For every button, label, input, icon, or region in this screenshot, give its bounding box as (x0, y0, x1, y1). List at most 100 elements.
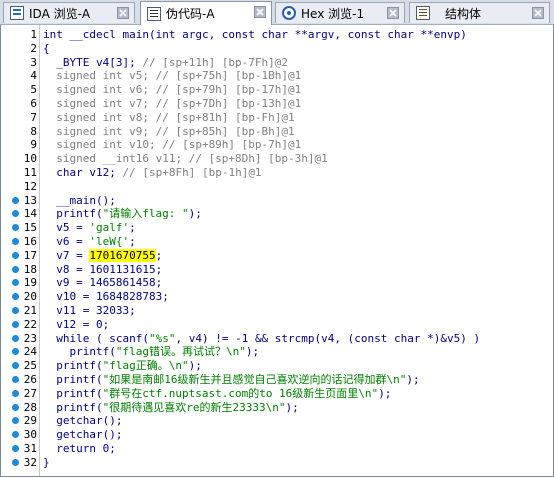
line-number: 3 (30, 55, 37, 69)
code-line[interactable]: 21 v11 = 32033; (1, 304, 553, 318)
code-token: v9 = 1465861458; (43, 276, 163, 290)
line-number: 2 (30, 41, 37, 55)
line-number: 21 (23, 304, 37, 317)
code-line[interactable]: 28 printf("很期待遇见喜欢re的新生23333\n"); (1, 401, 553, 415)
code-text: } (43, 456, 50, 470)
code-text: _BYTE v4[3]; // [sp+11h] [bp-7Fh]@2 (43, 56, 288, 70)
line-number: 11 (23, 166, 37, 179)
line-number: 23 (23, 331, 37, 345)
code-line[interactable]: 10 signed __int16 v11; // [sp+8Dh] [bp-3… (1, 152, 553, 166)
code-line[interactable]: 8 signed int v9; // [sp+85h] [bp-Bh]@1 (1, 125, 553, 139)
pseudocode-icon (147, 6, 161, 21)
line-number: 9 (30, 138, 37, 152)
close-icon[interactable] (117, 7, 129, 19)
tab-label: 伪代码-A (166, 7, 215, 21)
line-number: 31 (23, 442, 37, 455)
line-number: 8 (30, 124, 37, 138)
code-line[interactable]: 30 getchar(); (1, 428, 553, 442)
code-line[interactable]: 27 printf("群号在ctf.nuptsast.com的to 16级新生页… (1, 387, 553, 401)
line-number: 29 (23, 414, 37, 428)
code-line[interactable]: 24 printf("flag错误。再试试？\n"); (1, 345, 553, 359)
line-number: 14 (23, 207, 37, 221)
close-icon[interactable] (254, 6, 266, 18)
code-line[interactable]: 14 printf("请输入flag: "); (1, 207, 553, 221)
code-line[interactable]: 13 __main(); (1, 194, 553, 208)
code-text: printf("如果是南邮16级新生并且感觉自己喜欢逆向的话记得加群\n"); (43, 373, 419, 387)
code-line[interactable]: 23 while ( scanf("%s", v4) != -1 && strc… (1, 332, 553, 346)
line-number: 22 (23, 317, 37, 331)
code-text: printf("flag错误。再试试？\n"); (43, 345, 259, 359)
code-line[interactable]: 31 return 0; (1, 442, 553, 456)
code-line[interactable]: 32} (1, 456, 553, 470)
code-token: } (43, 455, 50, 469)
code-token: signed int v9; // [sp+85h] [bp-Bh]@1 (43, 124, 295, 138)
code-text: int __cdecl main(int argc, const char **… (43, 28, 467, 42)
close-icon[interactable] (532, 7, 544, 19)
code-token: "请输入flag: " (102, 207, 189, 221)
code-token: "flag错误。再试试？\n" (115, 345, 246, 359)
code-line[interactable]: 16 v6 = 'leW{'; (1, 235, 553, 249)
code-token: v10 = 1684828783; (43, 290, 169, 304)
code-line[interactable]: 4 signed int v5; // [sp+75h] [bp-1Bh]@1 (1, 69, 553, 83)
structures-icon (416, 6, 430, 20)
tab-pseudocode[interactable]: 伪代码-A (140, 1, 272, 25)
code-line[interactable]: 22 v12 = 0; (1, 318, 553, 332)
code-token: while ( scanf( (43, 331, 149, 345)
code-line[interactable]: 15 v5 = 'galf'; (1, 221, 553, 235)
code-token: char v12; (43, 166, 123, 179)
code-line[interactable]: 6 signed int v7; // [sp+7Dh] [bp-13h]@1 (1, 97, 553, 111)
code-token: _BYTE v4[3]; (43, 55, 143, 69)
code-line[interactable]: 1 int __cdecl main(int argc, const char *… (1, 28, 553, 42)
code-token: getchar(); (43, 414, 123, 428)
tab-ida-view[interactable]: IDA 浏览-A (3, 2, 135, 23)
code-token: signed int v5; // [sp+75h] [bp-1Bh]@1 (43, 69, 302, 83)
code-token: { (43, 41, 50, 55)
code-token: printf( (43, 359, 103, 373)
code-line[interactable]: 18 v8 = 1601131615; (1, 263, 553, 277)
line-number: 32 (23, 455, 37, 469)
code-text: printf("很期待遇见喜欢re的新生23333\n"); (43, 401, 298, 415)
code-line[interactable]: 5 signed int v6; // [sp+79h] [bp-17h]@1 (1, 83, 553, 97)
code-token: printf( (43, 345, 116, 359)
tab-bar: IDA 浏览-A 伪代码-A Hex 浏览-1 结构体 (0, 0, 554, 25)
tab-hex-view[interactable]: Hex 浏览-1 (275, 2, 405, 23)
close-icon[interactable] (387, 7, 399, 19)
code-token: ; (129, 221, 136, 235)
code-token: ); (188, 207, 202, 221)
code-line[interactable]: 25 printf("flag正确。\n"); (1, 359, 553, 373)
code-text: signed int v9; // [sp+85h] [bp-Bh]@1 (43, 124, 295, 139)
code-line[interactable]: 12 (1, 180, 553, 194)
code-line[interactable]: 11 char v12; // [sp+8Fh] [bp-1h]@1 (1, 166, 553, 180)
code-text: v7 = 1701670755; (43, 248, 162, 263)
hex-view-icon (282, 6, 296, 20)
tab-label: IDA 浏览-A (29, 6, 91, 21)
code-token: signed int v6; // [sp+79h] [bp-17h]@1 (43, 83, 302, 97)
code-line[interactable]: 19 v9 = 1465861458; (1, 276, 553, 290)
code-text: getchar(); (43, 428, 122, 442)
code-line[interactable]: 3 _BYTE v4[3]; // [sp+11h] [bp-7Fh]@2 (1, 56, 553, 70)
code-line[interactable]: 2{ (1, 42, 553, 56)
code-line[interactable]: 7 signed int v8; // [sp+81h] [bp-Fh]@1 (1, 111, 553, 125)
line-number: 16 (23, 235, 37, 248)
tab-label: 结构体 (445, 6, 482, 21)
code-line[interactable]: 29 getchar(); (1, 414, 553, 428)
code-line[interactable]: 26 printf("如果是南邮16级新生并且感觉自己喜欢逆向的话记得加群\n"… (1, 373, 553, 387)
code-line[interactable]: 20 v10 = 1684828783; (1, 290, 553, 304)
code-token: getchar(); (43, 428, 123, 442)
pseudocode-editor[interactable]: 1 int __cdecl main(int argc, const char *… (0, 25, 554, 477)
line-number: 12 (23, 179, 37, 193)
code-token: ); (245, 345, 260, 359)
code-line[interactable]: 17 v7 = 1701670755; (1, 248, 553, 263)
line-number: 20 (23, 290, 37, 304)
line-number: 17 (23, 248, 37, 262)
line-number: 27 (23, 386, 37, 400)
code-text: signed __int16 v11; // [sp+8Dh] [bp-3h]@… (43, 152, 328, 166)
code-text: { (43, 42, 50, 56)
tab-structures[interactable]: 结构体 (409, 2, 550, 23)
code-text: v5 = 'galf'; (43, 221, 136, 235)
code-text: signed int v8; // [sp+81h] [bp-Fh]@1 (43, 111, 294, 125)
code-text: char v12; // [sp+8Fh] [bp-1h]@1 (43, 166, 261, 180)
code-text: printf("群号在ctf.nuptsast.com的to 16级新生页面里\… (43, 387, 391, 401)
code-line[interactable]: 9 signed int v10; // [sp+89h] [bp-7h]@1 (1, 138, 553, 152)
line-number: 1 (30, 28, 37, 41)
